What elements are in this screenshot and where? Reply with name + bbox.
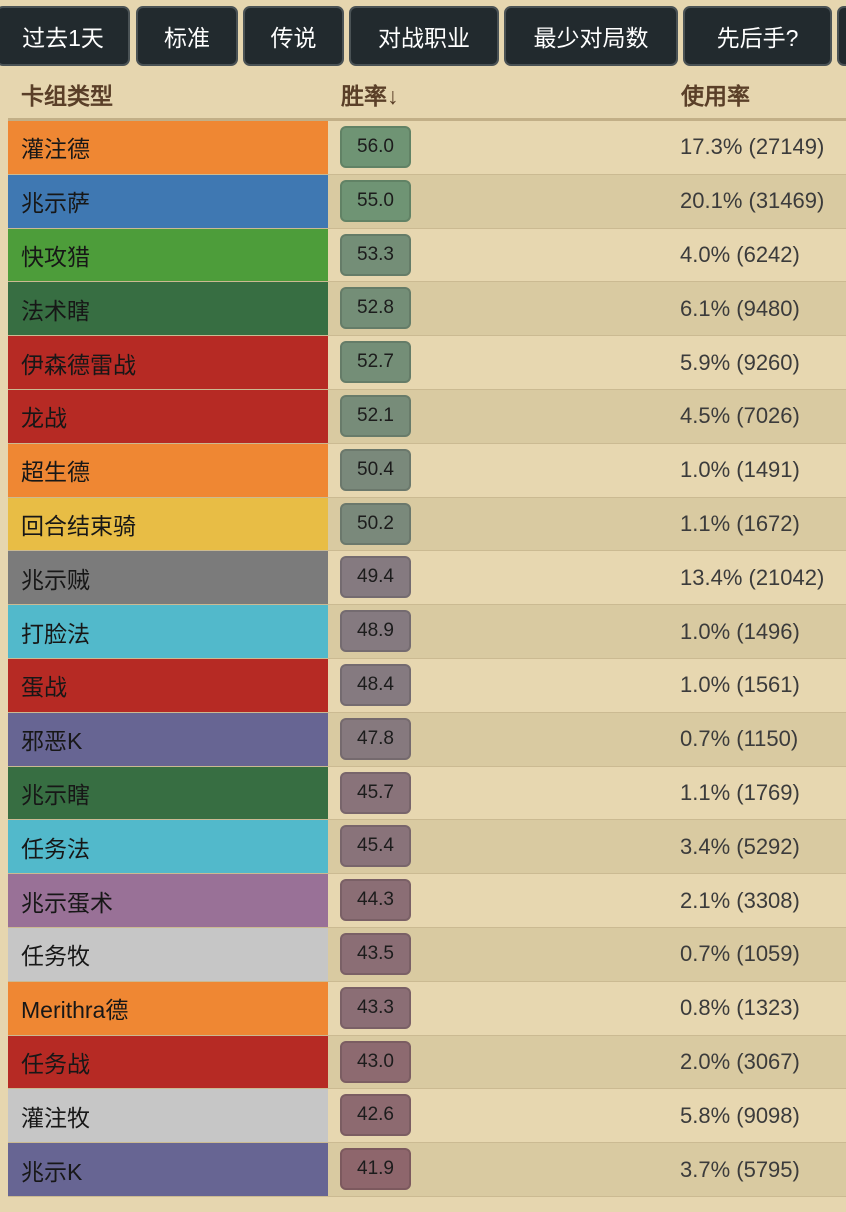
winrate-badge: 53.3	[340, 233, 411, 276]
usage-column-header[interactable]: 使用率	[681, 77, 750, 111]
winrate-badge: 50.4	[340, 448, 411, 491]
usage-cell: 0.8% (1323)	[680, 995, 800, 1021]
filter-rank-button[interactable]: 传说	[243, 6, 344, 66]
deck-name-cell[interactable]: 兆示瞎	[8, 766, 328, 820]
winrate-badge: 50.2	[340, 502, 411, 545]
table-row[interactable]: 任务牧 43.5 0.7% (1059)	[8, 927, 846, 982]
winrate-badge: 43.0	[340, 1040, 411, 1083]
deck-name-cell[interactable]: 兆示萨	[8, 174, 328, 228]
usage-cell: 4.5% (7026)	[680, 403, 800, 429]
winrate-badge: 47.8	[340, 717, 411, 760]
filter-time-range-button[interactable]: 过去1天	[0, 6, 130, 66]
usage-cell: 3.7% (5795)	[680, 1156, 800, 1182]
deck-name-cell[interactable]: 任务战	[8, 1035, 328, 1089]
deck-name-cell[interactable]: 龙战	[8, 389, 328, 443]
table-header: 卡组类型 胜率↓ 使用率	[8, 66, 846, 121]
deck-name-cell[interactable]: 超生德	[8, 443, 328, 497]
table-row[interactable]: 灌注牧 42.6 5.8% (9098)	[8, 1089, 846, 1144]
table-row[interactable]: 回合结束骑 50.2 1.1% (1672)	[8, 497, 846, 552]
table-row[interactable]: 任务法 45.4 3.4% (5292)	[8, 820, 846, 875]
usage-cell: 3.4% (5292)	[680, 833, 800, 859]
table-row[interactable]: 超生德 50.4 1.0% (1491)	[8, 443, 846, 498]
table-row[interactable]: Merithra德 43.3 0.8% (1323)	[8, 981, 846, 1036]
winrate-badge: 45.7	[340, 771, 411, 814]
filter-format-button[interactable]: 标准	[136, 6, 238, 66]
table-row[interactable]: 龙战 52.1 4.5% (7026)	[8, 389, 846, 444]
deck-name-cell[interactable]: 灌注德	[8, 121, 328, 174]
winrate-badge: 52.8	[340, 287, 411, 330]
filter-bar: 过去1天 标准 传说 对战职业 最少对局数 先后手?	[0, 6, 846, 66]
winrate-badge: 55.0	[340, 179, 411, 222]
table-row[interactable]: 任务战 43.0 2.0% (3067)	[8, 1035, 846, 1090]
table-row[interactable]: 快攻猎 53.3 4.0% (6242)	[8, 228, 846, 283]
table-row[interactable]: 兆示贼 49.4 13.4% (21042)	[8, 551, 846, 606]
usage-cell: 5.9% (9260)	[680, 349, 800, 375]
winrate-badge: 52.1	[340, 394, 411, 437]
usage-cell: 13.4% (21042)	[680, 564, 825, 590]
table-row[interactable]: 法术瞎 52.8 6.1% (9480)	[8, 282, 846, 337]
winrate-badge: 44.3	[340, 879, 411, 922]
table-row[interactable]: 蛋战 48.4 1.0% (1561)	[8, 658, 846, 713]
usage-cell: 1.0% (1491)	[680, 457, 800, 483]
usage-cell: 6.1% (9480)	[680, 295, 800, 321]
winrate-badge: 52.7	[340, 341, 411, 384]
usage-cell: 1.0% (1561)	[680, 672, 800, 698]
deck-name-cell[interactable]: 兆示K	[8, 1143, 328, 1196]
table-row[interactable]: 兆示蛋术 44.3 2.1% (3308)	[8, 874, 846, 928]
table-row[interactable]: 打脸法 48.9 1.0% (1496)	[8, 605, 846, 659]
deck-name-cell[interactable]: Merithra德	[8, 981, 328, 1035]
usage-cell: 0.7% (1150)	[680, 726, 799, 752]
usage-cell: 5.8% (9098)	[680, 1102, 800, 1128]
winrate-badge: 56.0	[340, 126, 411, 168]
table-row[interactable]: 兆示萨 55.0 20.1% (31469)	[8, 174, 846, 229]
winrate-column-header[interactable]: 胜率↓	[341, 77, 399, 111]
usage-cell: 1.1% (1769)	[680, 779, 800, 805]
deck-name-cell[interactable]: 快攻猎	[8, 228, 328, 282]
usage-cell: 2.1% (3308)	[680, 887, 800, 913]
winrate-badge: 45.4	[340, 825, 411, 868]
deck-name-cell[interactable]: 兆示蛋术	[8, 874, 328, 927]
deck-name-cell[interactable]: 邪恶K	[8, 712, 328, 766]
table-row[interactable]: 灌注德 56.0 17.3% (27149)	[8, 121, 846, 175]
deck-name-cell[interactable]: 灌注牧	[8, 1089, 328, 1143]
deck-name-cell[interactable]: 法术瞎	[8, 282, 328, 336]
table-row[interactable]: 兆示瞎 45.7 1.1% (1769)	[8, 766, 846, 821]
usage-cell: 1.1% (1672)	[680, 510, 800, 536]
filter-more-button[interactable]	[837, 6, 846, 66]
deck-name-cell[interactable]: 兆示贼	[8, 551, 328, 605]
filter-turn-order-button[interactable]: 先后手?	[683, 6, 832, 66]
usage-cell: 4.0% (6242)	[680, 241, 800, 267]
winrate-badge: 43.5	[340, 932, 411, 975]
winrate-badge: 49.4	[340, 556, 411, 599]
deck-name-cell[interactable]: 伊森德雷战	[8, 336, 328, 389]
usage-cell: 20.1% (31469)	[680, 188, 825, 214]
usage-cell: 0.7% (1059)	[680, 941, 800, 967]
winrate-badge: 43.3	[340, 986, 411, 1029]
deck-name-cell[interactable]: 蛋战	[8, 658, 328, 712]
deck-name-cell[interactable]: 任务牧	[8, 927, 328, 981]
winrate-badge: 48.9	[340, 610, 411, 653]
deck-name-cell[interactable]: 打脸法	[8, 605, 328, 658]
usage-cell: 17.3% (27149)	[680, 134, 825, 160]
table-row[interactable]: 兆示K 41.9 3.7% (5795)	[8, 1143, 846, 1197]
winrate-badge: 41.9	[340, 1148, 411, 1191]
table-row[interactable]: 邪恶K 47.8 0.7% (1150)	[8, 712, 846, 767]
usage-cell: 2.0% (3067)	[680, 1048, 800, 1074]
table-row[interactable]: 伊森德雷战 52.7 5.9% (9260)	[8, 336, 846, 390]
deck-table-body: 灌注德 56.0 17.3% (27149) 兆示萨 55.0 20.1% (31469)…	[8, 121, 846, 1197]
usage-cell: 1.0% (1496)	[680, 618, 800, 644]
deck-name-cell[interactable]: 回合结束骑	[8, 497, 328, 551]
filter-opponent-class-button[interactable]: 对战职业	[349, 6, 499, 66]
filter-min-games-button[interactable]: 最少对局数	[504, 6, 678, 66]
winrate-badge: 48.4	[340, 663, 411, 706]
winrate-badge: 42.6	[340, 1094, 411, 1137]
deck-type-column-header[interactable]: 卡组类型	[21, 77, 113, 111]
deck-name-cell[interactable]: 任务法	[8, 820, 328, 874]
